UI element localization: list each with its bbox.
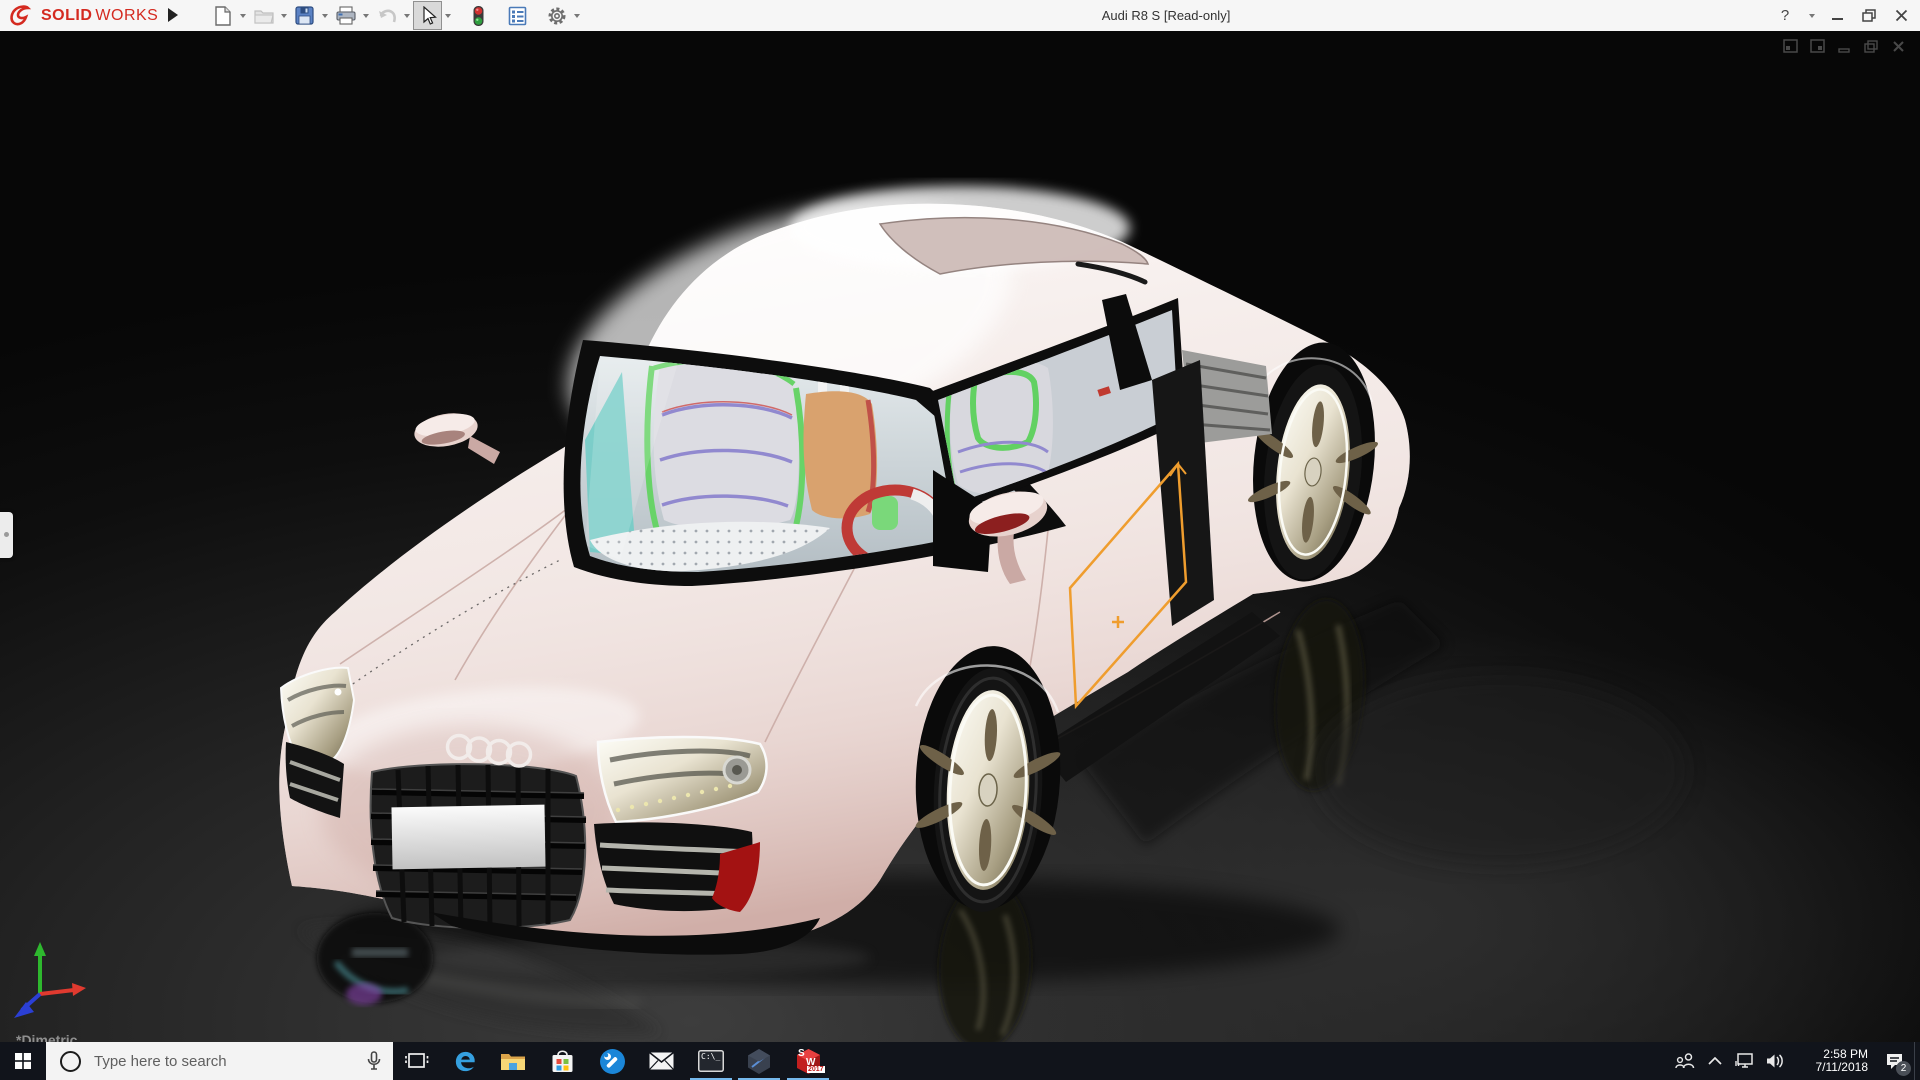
task-view-button[interactable] (395, 1042, 439, 1080)
document-minimize-icon[interactable] (1834, 37, 1854, 55)
show-desktop-button[interactable] (1914, 1042, 1920, 1080)
front-grille[interactable] (369, 763, 587, 930)
notification-badge: 2 (1896, 1061, 1911, 1076)
volume-button[interactable] (1760, 1042, 1790, 1080)
new-document-icon (214, 5, 231, 26)
speaker-icon (1767, 1054, 1783, 1068)
left-side-mirror[interactable] (412, 409, 500, 464)
store-button[interactable] (540, 1042, 584, 1080)
wrench-circle-icon (599, 1048, 625, 1074)
file-explorer-button[interactable] (491, 1042, 535, 1080)
flyout-tab-dot (4, 532, 9, 537)
taskbar-search[interactable] (46, 1042, 393, 1080)
close-icon (1895, 9, 1907, 22)
chevron-up-icon (1708, 1057, 1722, 1065)
print-icon (335, 6, 356, 25)
store-icon (552, 1049, 572, 1072)
action-center-button[interactable]: 2 (1874, 1042, 1914, 1080)
solidworks-app-button[interactable]: S W 2017 (786, 1042, 830, 1080)
audi-r8-model[interactable] (0, 31, 1920, 1042)
open-dropdown-caret[interactable] (278, 2, 290, 29)
print-dropdown-caret[interactable] (360, 2, 372, 29)
options-button[interactable] (542, 1, 571, 30)
select-dropdown-caret[interactable] (442, 2, 454, 29)
hidden-icons-button[interactable] (1700, 1042, 1730, 1080)
settings-wrench-button[interactable] (590, 1042, 634, 1080)
file-properties-icon (508, 6, 527, 25)
new-dropdown-caret[interactable] (237, 2, 249, 29)
window-title: Audi R8 S [Read-only] (1101, 8, 1231, 23)
solidworks-logo: SOLID WORKS (8, 0, 158, 31)
windows-taskbar: C:\_ S W 2017 (0, 1042, 1920, 1080)
network-icon (1735, 1053, 1753, 1068)
title-bar: SOLID WORKS Audi R8 S [Read-only] ? (0, 0, 1920, 32)
select-cursor-icon (422, 5, 437, 25)
mail-icon (648, 1052, 674, 1070)
featuremanager-flyout-tab[interactable] (0, 512, 13, 558)
new-document-button[interactable] (208, 1, 237, 30)
view-orientation-label: *Dimetric (16, 1032, 78, 1042)
quick-toolbar (208, 1, 583, 30)
close-button[interactable] (1888, 4, 1914, 28)
edge-icon (455, 1051, 475, 1071)
solidworks-ds-icon (10, 4, 32, 25)
save-dropdown-caret[interactable] (319, 2, 331, 29)
rebuild-button[interactable] (464, 1, 493, 30)
gear-icon (548, 7, 565, 24)
undo-icon (378, 9, 396, 22)
graphics-area[interactable]: *Dimetric (0, 31, 1920, 1042)
mail-button[interactable] (639, 1042, 683, 1080)
open-button[interactable] (249, 1, 278, 30)
document-close-icon[interactable] (1888, 37, 1908, 55)
pane-left-icon[interactable] (1780, 37, 1800, 55)
hexagon-app-button[interactable] (737, 1042, 781, 1080)
help-dropdown-caret[interactable] (1806, 2, 1818, 29)
search-input[interactable] (92, 1051, 346, 1071)
minimize-button[interactable] (1824, 4, 1850, 28)
restore-button[interactable] (1856, 4, 1882, 28)
pane-right-icon[interactable] (1807, 37, 1827, 55)
taskbar-clock[interactable]: 2:58 PM 7/11/2018 (1794, 1048, 1869, 1074)
reference-triad (14, 942, 86, 1018)
right-air-intake[interactable] (594, 822, 760, 912)
edge-button[interactable] (443, 1042, 487, 1080)
undo-button[interactable] (372, 1, 401, 30)
select-button[interactable] (413, 1, 442, 30)
tray-date: 7/11/2018 (1815, 1060, 1869, 1074)
license-plate (391, 804, 546, 870)
brand-text-works: WORKS (95, 6, 159, 24)
sw-year: 2017 (807, 1066, 825, 1073)
window-controls: ? (1770, 0, 1914, 31)
print-button[interactable] (331, 1, 360, 30)
save-floppy-icon (295, 6, 314, 25)
hexagon-app-icon (748, 1048, 770, 1074)
minimize-icon (1831, 18, 1843, 20)
options-dropdown-caret[interactable] (571, 2, 583, 29)
restore-icon (1862, 9, 1876, 22)
rebuild-traffic-light-icon (473, 5, 484, 26)
help-button[interactable]: ? (1770, 4, 1800, 28)
system-tray: 2:58 PM 7/11/2018 2 (1670, 1042, 1920, 1080)
people-icon (1675, 1053, 1695, 1069)
task-view-icon (405, 1053, 429, 1068)
command-prompt-button[interactable]: C:\_ (689, 1042, 733, 1080)
command-prompt-text: C:\_ (701, 1052, 721, 1061)
windows-logo-icon (15, 1053, 31, 1069)
network-button[interactable] (1730, 1042, 1760, 1080)
open-folder-icon (253, 9, 274, 24)
people-button[interactable] (1670, 1042, 1700, 1080)
undo-dropdown-caret[interactable] (401, 2, 413, 29)
start-button[interactable] (0, 1042, 46, 1080)
microphone-icon[interactable] (367, 1051, 381, 1071)
brand-text-solid: SOLID (41, 6, 93, 24)
cortana-icon (60, 1050, 81, 1072)
file-explorer-icon (501, 1053, 525, 1070)
save-button[interactable] (290, 1, 319, 30)
document-restore-icon[interactable] (1861, 37, 1881, 55)
file-properties-button[interactable] (503, 1, 532, 30)
sw-letter-s: S (798, 1048, 805, 1059)
menu-flyout-arrow-icon[interactable] (168, 8, 185, 22)
document-window-controls (1780, 37, 1908, 55)
